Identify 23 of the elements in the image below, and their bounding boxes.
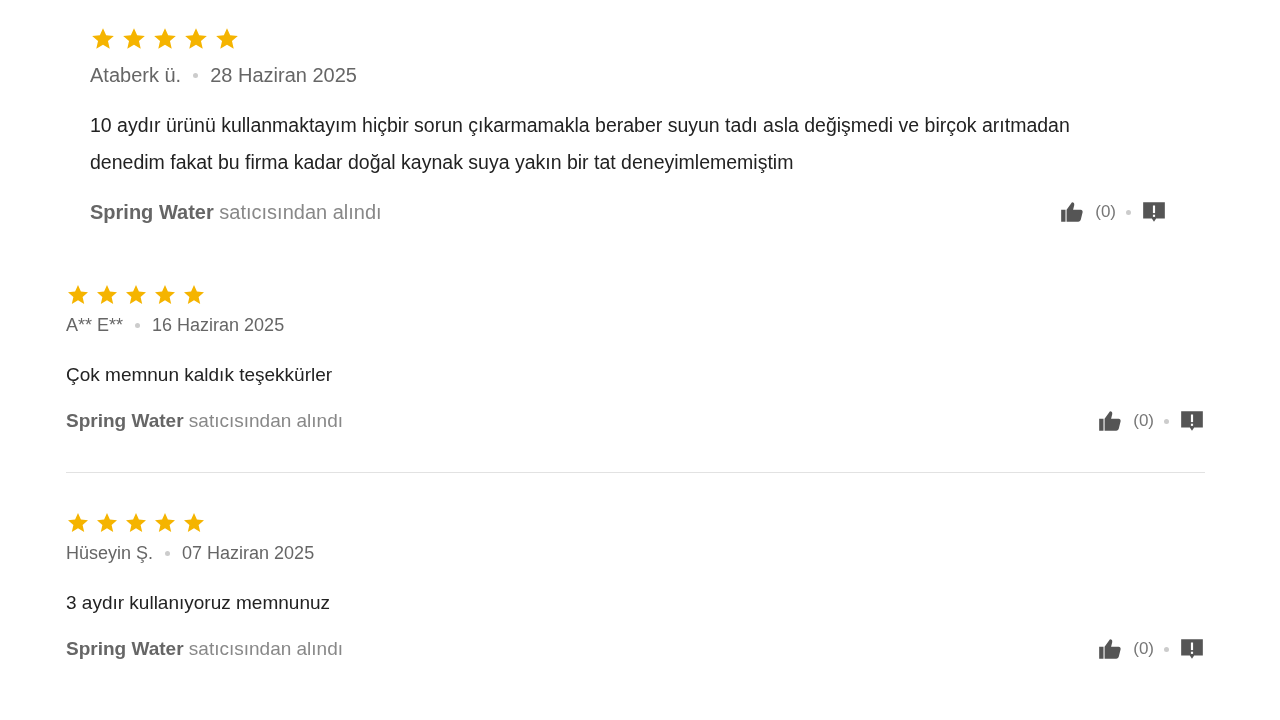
thumbs-up-icon[interactable]: [1097, 636, 1124, 662]
review-date: 16 Haziran 2025: [152, 315, 285, 336]
seller-note: Spring Water satıcısından alındı: [66, 638, 344, 660]
reviewer-name: Hüseyin Ş.: [66, 543, 154, 564]
star-icon: [121, 26, 147, 52]
review-text: 3 aydır kullanıyoruz memnunuz: [66, 591, 331, 615]
seller-note: Spring Water satıcısından alındı: [90, 200, 382, 224]
star-icon: [214, 26, 240, 52]
star-icon: [90, 26, 116, 52]
thumbs-up-icon[interactable]: [1097, 408, 1124, 434]
star-icon: [152, 26, 178, 52]
like-count: (0): [1133, 639, 1154, 659]
thumbs-up-icon[interactable]: [1059, 199, 1086, 225]
star-icon: [183, 26, 209, 52]
seller-note: Spring Water satıcısından alındı: [66, 410, 344, 432]
reviewer-name: A** E**: [66, 315, 124, 336]
reviewer-name: Ataberk ü.: [90, 64, 182, 87]
review-text: Çok memnun kaldık teşekkürler: [66, 363, 334, 387]
review-text: 10 aydır ürünü kullanmaktayım hiçbir sorun çıkarmamakla beraber suyun tadı asla değişmedi ve birçok arıtmadan denedim fakat bu firma kadar doğal kaynak suya yakın bir tat deneyimlememiştim: [90, 113, 1071, 175]
like-count: (0): [1133, 411, 1154, 431]
review-date: 07 Haziran 2025: [182, 543, 315, 564]
like-count: (0): [1095, 202, 1116, 222]
review-date: 28 Haziran 2025: [210, 64, 357, 87]
